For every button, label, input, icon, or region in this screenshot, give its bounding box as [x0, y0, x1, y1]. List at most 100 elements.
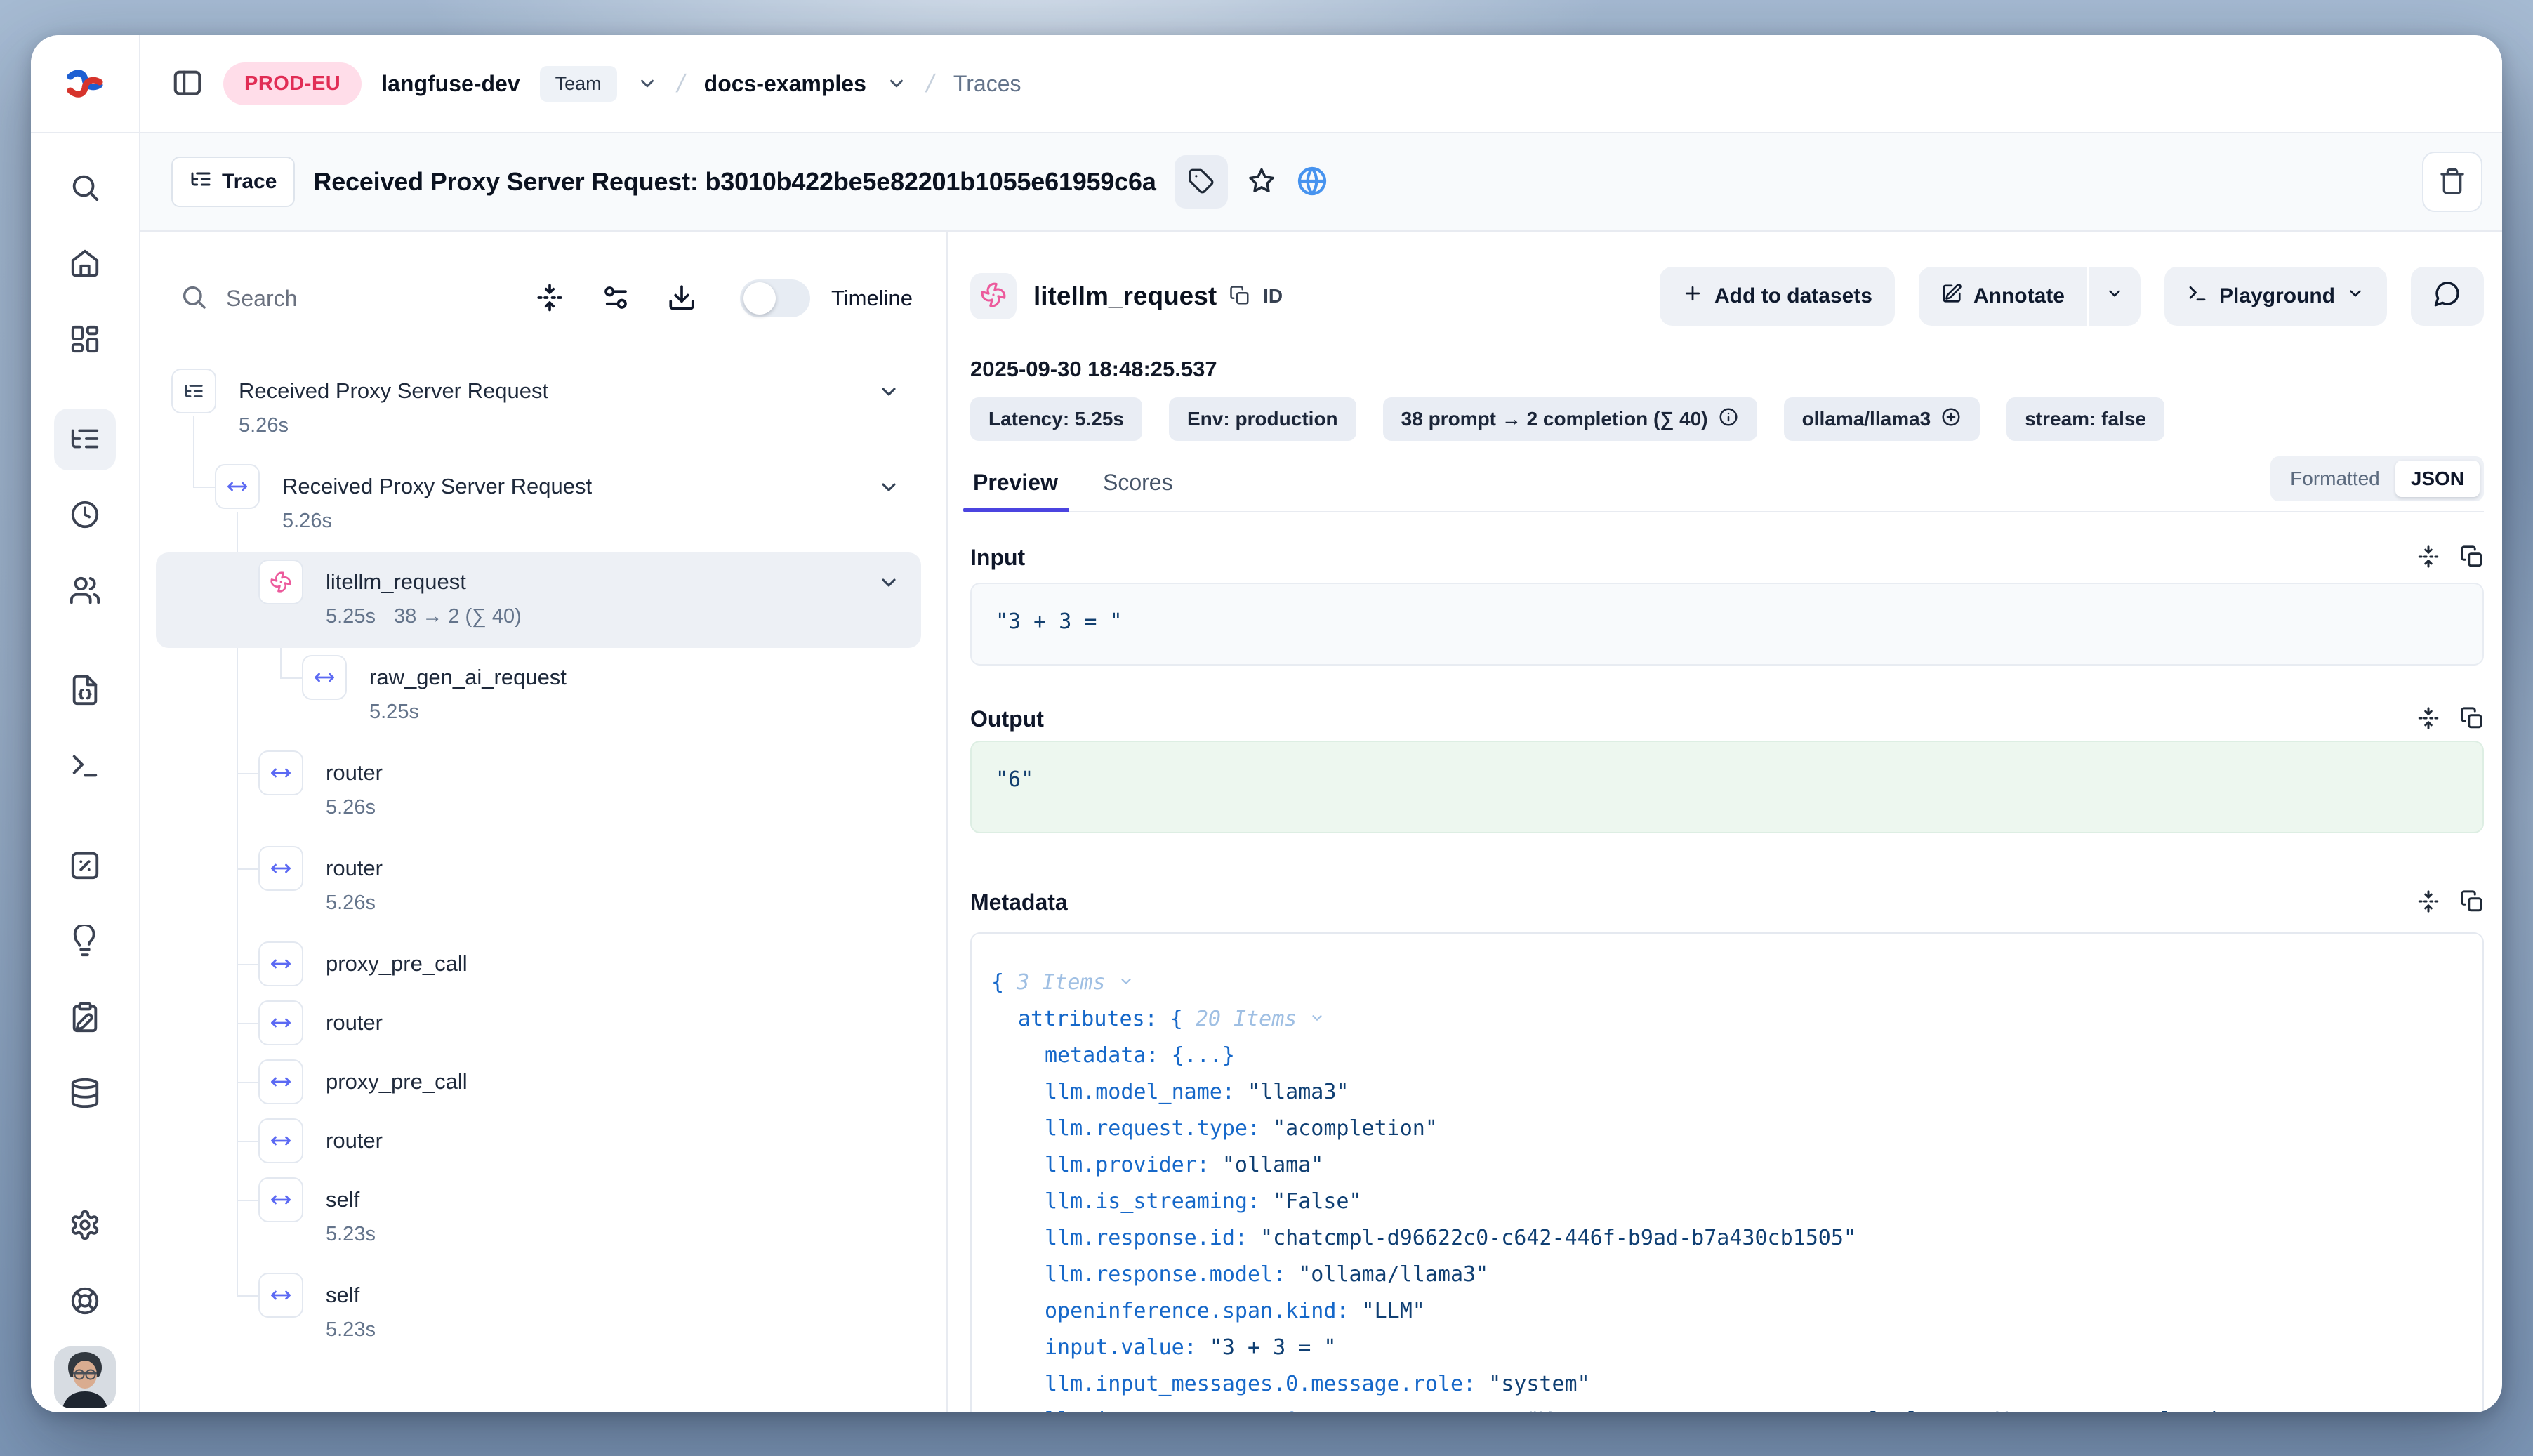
- sidebar-item-settings[interactable]: [54, 1195, 116, 1257]
- sidebar-item-annotation-queues[interactable]: [54, 987, 116, 1049]
- add-to-datasets-button[interactable]: Add to datasets: [1660, 267, 1895, 326]
- copy-output-button[interactable]: [2460, 706, 2484, 732]
- json-collapse-toggle[interactable]: 3 Items: [1017, 970, 1134, 995]
- span-duration: 5.26s: [282, 503, 332, 539]
- info-icon[interactable]: [1718, 406, 1739, 432]
- org-type-badge: Team: [540, 66, 617, 102]
- tree-row-self[interactable]: self5.23s: [156, 1170, 931, 1266]
- tree-row-proxy-pre-call[interactable]: proxy_pre_call: [156, 934, 931, 993]
- json-collapse-toggle[interactable]: 20 Items: [1196, 1007, 1325, 1031]
- trace-type-badge[interactable]: Trace: [171, 157, 295, 207]
- tree-row-received-proxy-server-request[interactable]: Received Proxy Server Request5.26s: [156, 457, 931, 552]
- metadata-json-viewer: { 3 Items attributes: { 20 Items metadat…: [970, 932, 2484, 1412]
- copy-metadata-button[interactable]: [2460, 889, 2484, 915]
- input-value: "3 + 3 = ": [996, 609, 1123, 634]
- sidebar-item-home[interactable]: [54, 233, 116, 295]
- copy-icon: [2460, 889, 2484, 915]
- json-value: "LLM": [1362, 1299, 1425, 1323]
- org-name[interactable]: langfuse-dev: [381, 71, 520, 97]
- copy-id-button[interactable]: [1229, 285, 1250, 308]
- tab-scores[interactable]: Scores: [1100, 470, 1176, 511]
- copy-input-button[interactable]: [2460, 545, 2484, 571]
- search-icon: [180, 283, 208, 315]
- timeline-toggle[interactable]: [740, 279, 810, 317]
- delete-trace-button[interactable]: [2422, 152, 2482, 212]
- fold-vertical-icon: [2416, 706, 2440, 732]
- sidebar-item-sessions[interactable]: [54, 484, 116, 546]
- output-value: "6": [996, 767, 1033, 792]
- tree-settings-button[interactable]: [601, 283, 630, 315]
- json-key: llm.response.model:: [1045, 1262, 1285, 1287]
- star-icon: [1246, 166, 1277, 199]
- tree-row-raw-gen-ai-request[interactable]: raw_gen_ai_request5.25s: [156, 648, 931, 743]
- collapse-metadata-button[interactable]: [2416, 889, 2440, 915]
- circle-plus-icon[interactable]: [1940, 406, 1962, 432]
- format-option-formatted[interactable]: Formatted: [2275, 461, 2395, 497]
- download-button[interactable]: [667, 283, 696, 315]
- span-arrows-icon: [302, 655, 347, 700]
- tree-row-self[interactable]: self5.23s: [156, 1266, 931, 1361]
- sidebar-item-users[interactable]: [54, 560, 116, 622]
- sidebar-item-support[interactable]: [54, 1271, 116, 1332]
- annotate-dropdown-button[interactable]: [2089, 267, 2141, 326]
- format-option-json[interactable]: JSON: [2395, 461, 2480, 497]
- json-key: openinference.span.kind:: [1045, 1299, 1349, 1323]
- json-line: llm.response.model: "ollama/llama3": [991, 1257, 2482, 1293]
- breadcrumb-section[interactable]: Traces: [953, 71, 1021, 97]
- search-input[interactable]: [226, 286, 423, 312]
- org-logo[interactable]: [31, 35, 140, 132]
- tree-row-router[interactable]: router5.26s: [156, 839, 931, 934]
- annotate-button[interactable]: Annotate: [1919, 267, 2089, 326]
- span-arrows-icon: [258, 1118, 303, 1163]
- sidebar-toggle-button[interactable]: [171, 67, 204, 101]
- tree-row-router[interactable]: router5.26s: [156, 743, 931, 839]
- tree-row-router[interactable]: router: [156, 1111, 931, 1170]
- row-chevron-down-icon[interactable]: [878, 476, 900, 502]
- json-line: openinference.span.kind: "LLM": [991, 1293, 2482, 1330]
- collapse-input-button[interactable]: [2416, 545, 2440, 571]
- collapse-output-button[interactable]: [2416, 706, 2440, 732]
- tree-row-router[interactable]: router: [156, 993, 931, 1052]
- tags-button[interactable]: [1175, 155, 1228, 209]
- span-name: router: [326, 852, 931, 885]
- output-label: Output: [970, 706, 2416, 732]
- user-avatar[interactable]: [54, 1346, 116, 1408]
- json-value: "ollama/llama3": [1298, 1262, 1488, 1287]
- span-arrows-icon: [258, 941, 303, 986]
- sidebar-item-evaluation[interactable]: [54, 835, 116, 897]
- tree-row-received-proxy-server-request[interactable]: Received Proxy Server Request5.26s: [156, 362, 931, 457]
- project-name[interactable]: docs-examples: [704, 71, 866, 97]
- home-icon: [69, 247, 101, 282]
- lifebuoy-icon: [69, 1285, 101, 1319]
- bulb-icon: [69, 925, 101, 960]
- bookmark-button[interactable]: [1246, 166, 1277, 199]
- sidebar-item-dashboards[interactable]: [54, 309, 116, 371]
- tree-row-proxy-pre-call[interactable]: proxy_pre_call: [156, 1052, 931, 1111]
- metric-badge[interactable]: 38 prompt → 2 completion (∑ 40): [1383, 397, 1757, 441]
- sidebar-item-datasets[interactable]: [54, 1063, 116, 1125]
- playground-button[interactable]: Playground: [2164, 267, 2387, 326]
- public-link-button[interactable]: [1295, 164, 1329, 200]
- metric-badge[interactable]: ollama/llama3: [1784, 397, 1980, 441]
- trace-title: Received Proxy Server Request: b3010b422…: [313, 167, 1156, 197]
- input-label: Input: [970, 545, 2416, 571]
- span-arrows-icon: [258, 1000, 303, 1045]
- project-chevron-down-icon[interactable]: [886, 73, 907, 94]
- row-chevron-down-icon[interactable]: [878, 380, 900, 406]
- search-field[interactable]: [180, 283, 498, 315]
- span-tree: Received Proxy Server Request5.26sReceiv…: [156, 362, 931, 1361]
- org-chevron-down-icon[interactable]: [637, 73, 658, 94]
- tree-row-litellm-request[interactable]: litellm_request5.25s38 → 2 (∑ 40): [156, 552, 931, 648]
- comments-button[interactable]: [2411, 267, 2484, 326]
- output-section-header: Output: [970, 703, 2484, 734]
- annotate-split-button: Annotate: [1919, 267, 2141, 326]
- sidebar-item-search[interactable]: [54, 157, 116, 219]
- sidebar-item-playground[interactable]: [54, 736, 116, 798]
- tab-preview[interactable]: Preview: [970, 470, 1061, 511]
- span-arrows-icon: [258, 750, 303, 795]
- sidebar-item-tracing[interactable]: [54, 409, 116, 470]
- collapse-all-button[interactable]: [535, 283, 564, 315]
- sidebar-item-prompts[interactable]: [54, 660, 116, 722]
- row-chevron-down-icon[interactable]: [878, 571, 900, 597]
- sidebar-item-insights[interactable]: [54, 911, 116, 973]
